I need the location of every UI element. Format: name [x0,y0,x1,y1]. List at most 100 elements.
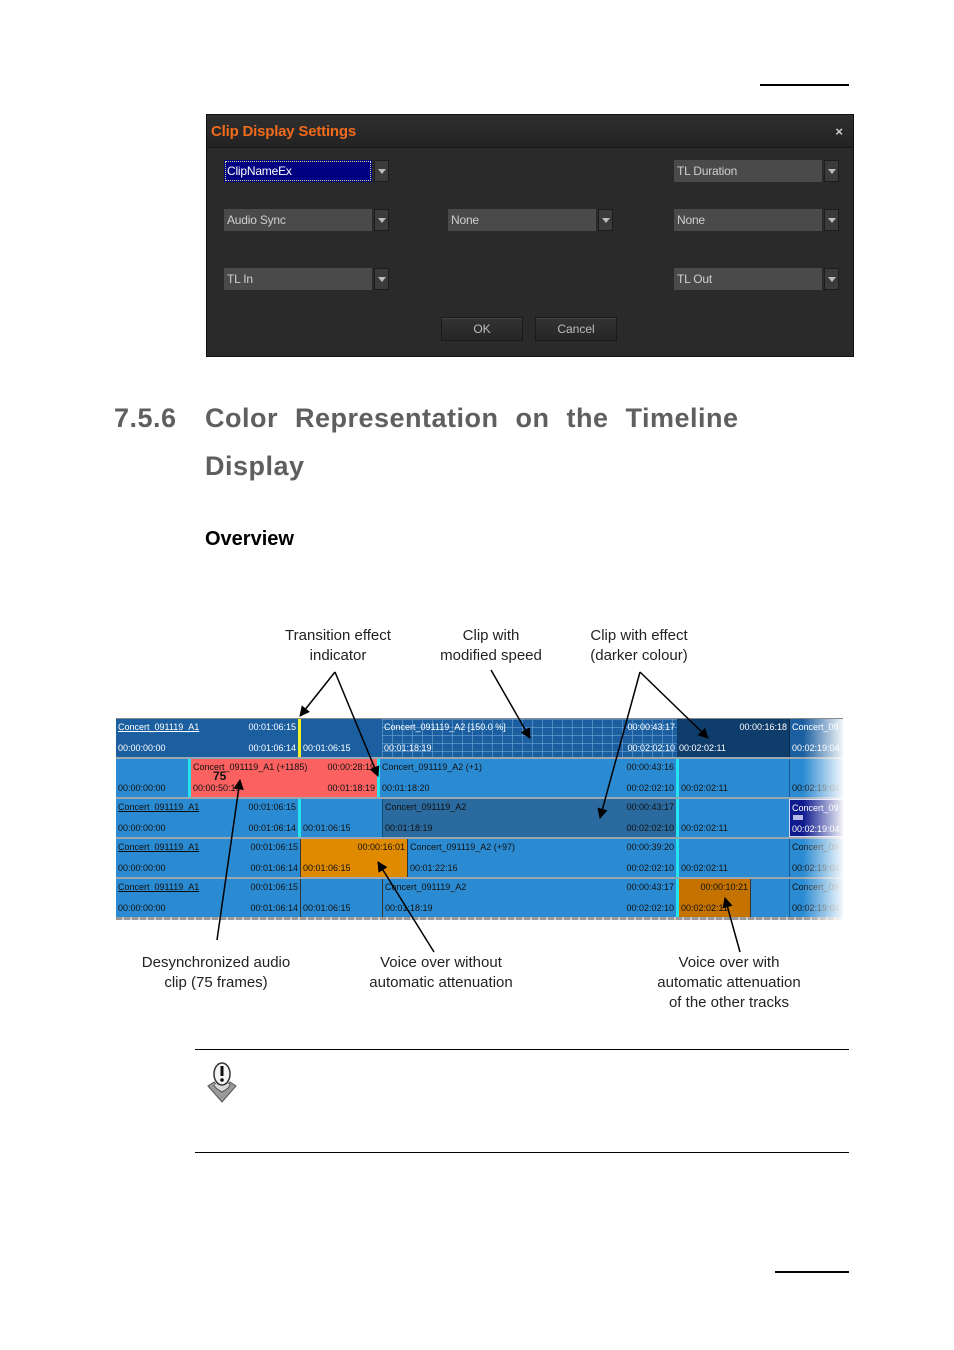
callout-line: (darker colour) [590,647,688,664]
section-title: Color Representation on the Timeline [205,403,739,433]
callout-line: of the other tracks [668,994,790,1011]
chevron-down-icon[interactable] [824,268,839,290]
chevron-down-icon[interactable] [824,209,839,231]
clip-desynchronized[interactable]: Concert_091119_A1 (+1185) 75 00:00:50:19… [191,759,377,797]
clip-tc-in: 00:01:18:19 [385,903,433,913]
clip-tc-out: 00:02:02:10 [626,823,674,833]
clip-name: Concert_091119_A2 [385,802,467,812]
clip[interactable]: Concert_091119_A1 00:00:00:00 00:01:06:1… [116,879,300,917]
clip-tc-in: 00:01:06:15 [303,863,351,873]
clip-duration: 00:00:16:18 [739,722,787,732]
cancel-button[interactable]: Cancel [535,317,617,341]
clip-tc-in: 00:00:00:00 [118,743,166,753]
clip-modified-speed[interactable]: Concert_091119_A2 [150.0 %] 00:01:18:19 … [382,719,677,757]
clip[interactable]: 00:02:02:11 [679,799,789,837]
clip-tc-in: 00:01:06:15 [303,743,351,753]
clip-name: Concert_091119_A2 [385,882,467,892]
callout-line: indicator [309,647,367,664]
note-rule-top [195,1049,849,1050]
clip-tc-out: 00:01:06:14 [248,823,296,833]
clip[interactable]: Concert_091119_A1 00:00:00:00 00:01:06:1… [116,839,300,877]
clip-duration: 00:01:06:15 [248,722,296,732]
clip-voiceover[interactable]: 00:01:06:15 00:00:16:01 [300,839,407,877]
clip-name: Concert_09 [792,842,839,852]
callout-voiceover-attenuation: Voice over with automatic attenuation of… [644,953,814,1013]
clip-tc-in: 00:00:00:00 [118,903,166,913]
clip[interactable]: Concert_091119_A2 (+97) 00:01:22:16 00:0… [407,839,676,877]
subheading-overview: Overview [205,528,294,550]
clip-duration: 00:00:10:21 [700,882,748,892]
clip[interactable]: 00:02:02:11 [679,759,789,797]
clip[interactable]: Concert_091119_A2 (+1) 00:01:18:20 00:00… [380,759,676,797]
clip-name: Concert_09 [792,722,839,732]
clip[interactable]: 00:01:06:15 [300,879,382,917]
clip-tc-in: 00:02:02:11 [681,783,728,793]
combo-row2-right-value[interactable]: None [674,209,822,231]
clip[interactable]: 00:01:06:15 [301,719,382,757]
clip-tc-in: 00:01:06:15 [303,823,351,833]
clip[interactable]: Concert_091119_A1 00:00:00:00 00:01:06:1… [116,719,298,757]
clip-tc-in: 00:01:18:19 [385,823,433,833]
clip[interactable] [750,879,789,917]
combo-row3-right-value[interactable]: TL Out [674,268,822,290]
clip-name: Concert_091119_A1 [118,722,200,732]
clip[interactable]: Concert_09 00:02:19:04 [789,719,843,757]
timeline: Concert_091119_A1 00:00:00:00 00:01:06:1… [116,718,843,920]
clip[interactable]: Concert_091119_A1 00:00:00:00 00:01:06:1… [116,799,298,837]
desync-frames-badge: 75 [213,769,227,783]
clip-tc-in: 00:00:50:19 [193,783,241,793]
clip-tc-out: 00:01:18:19 [327,783,375,793]
chevron-down-icon[interactable] [374,209,389,231]
clip-tc-in: 00:02:19:04 [792,903,840,913]
clip[interactable]: Concert_09 00:02:19:04 [789,879,843,917]
clip-effect[interactable]: 00:02:02:11 00:00:16:18 [677,719,789,757]
clip-tc-in: 00:02:02:11 [681,823,728,833]
clip-duration: 00:00:16:01 [357,842,405,852]
clip-selected[interactable]: Concert_09 00:02:19:04 [789,799,843,837]
clip-effect[interactable]: Concert_091119_A2 00:01:18:19 00:00:43:1… [382,799,676,837]
clip-voiceover-attenuated[interactable]: 00:02:02:11 00:00:10:21 [679,879,750,917]
clip-tc-out: 00:01:06:14 [250,903,298,913]
callout-line: Voice over without [380,954,502,971]
clip-tc-in: 00:02:19:04 [792,824,840,834]
combo-row2-mid-value[interactable]: None [448,209,596,231]
clip-tc-out: 00:02:02:10 [626,903,674,913]
clip-tc-in: 00:00:00:00 [118,863,166,873]
clip-marker [793,815,803,820]
combo-row3-left-value[interactable]: TL In [224,268,372,290]
clip[interactable]: 00:02:19:04 [789,759,843,797]
chevron-down-icon[interactable] [374,160,389,182]
callout-line: Transition effect [285,627,391,644]
combo-row1-left-value[interactable]: ClipNameEx [224,160,372,182]
chevron-down-icon[interactable] [598,209,613,231]
track-1: Concert_091119_A1 00:00:00:00 00:01:06:1… [116,719,843,759]
clip-tc-in: 00:00:00:00 [118,823,166,833]
clip-tc-out: 00:01:06:14 [248,743,296,753]
clip[interactable]: 00:01:06:15 [301,799,382,837]
section-title-continued: Display [205,451,305,481]
clip[interactable]: Concert_091119_A2 00:01:18:19 00:00:43:1… [382,879,676,917]
clip-name: Concert_091119_A2 (+97) [410,842,515,852]
clip-name: Concert_09 [792,803,839,813]
callout-line: modified speed [440,647,542,664]
callout-line: Clip with [462,627,520,644]
chevron-down-icon[interactable] [374,268,389,290]
ok-button[interactable]: OK [441,317,523,341]
clip[interactable]: 00:02:02:11 [679,839,789,877]
combo-row1-right-value[interactable]: TL Duration [674,160,822,182]
clip-duration: 00:00:43:17 [626,802,674,812]
timeline-bottom-edge [116,917,843,920]
dialog-titlebar: Clip Display Settings × [207,115,853,148]
callout-desync: Desynchronized audio clip (75 frames) [130,953,302,993]
dialog-title: Clip Display Settings [211,123,356,140]
clip[interactable]: 00:00:00:00 [116,759,188,797]
header-rule [760,84,849,86]
callout-transition: Transition effect indicator [278,626,398,666]
close-icon[interactable]: × [835,124,843,139]
clip-tc-in: 00:01:22:16 [410,863,458,873]
clip-duration: 00:00:28:19 [327,762,375,772]
clip-tc-out: 00:02:02:10 [626,863,674,873]
chevron-down-icon[interactable] [824,160,839,182]
clip[interactable]: Concert_09 00:02:19:04 [789,839,843,877]
combo-row2-left-value[interactable]: Audio Sync [224,209,372,231]
